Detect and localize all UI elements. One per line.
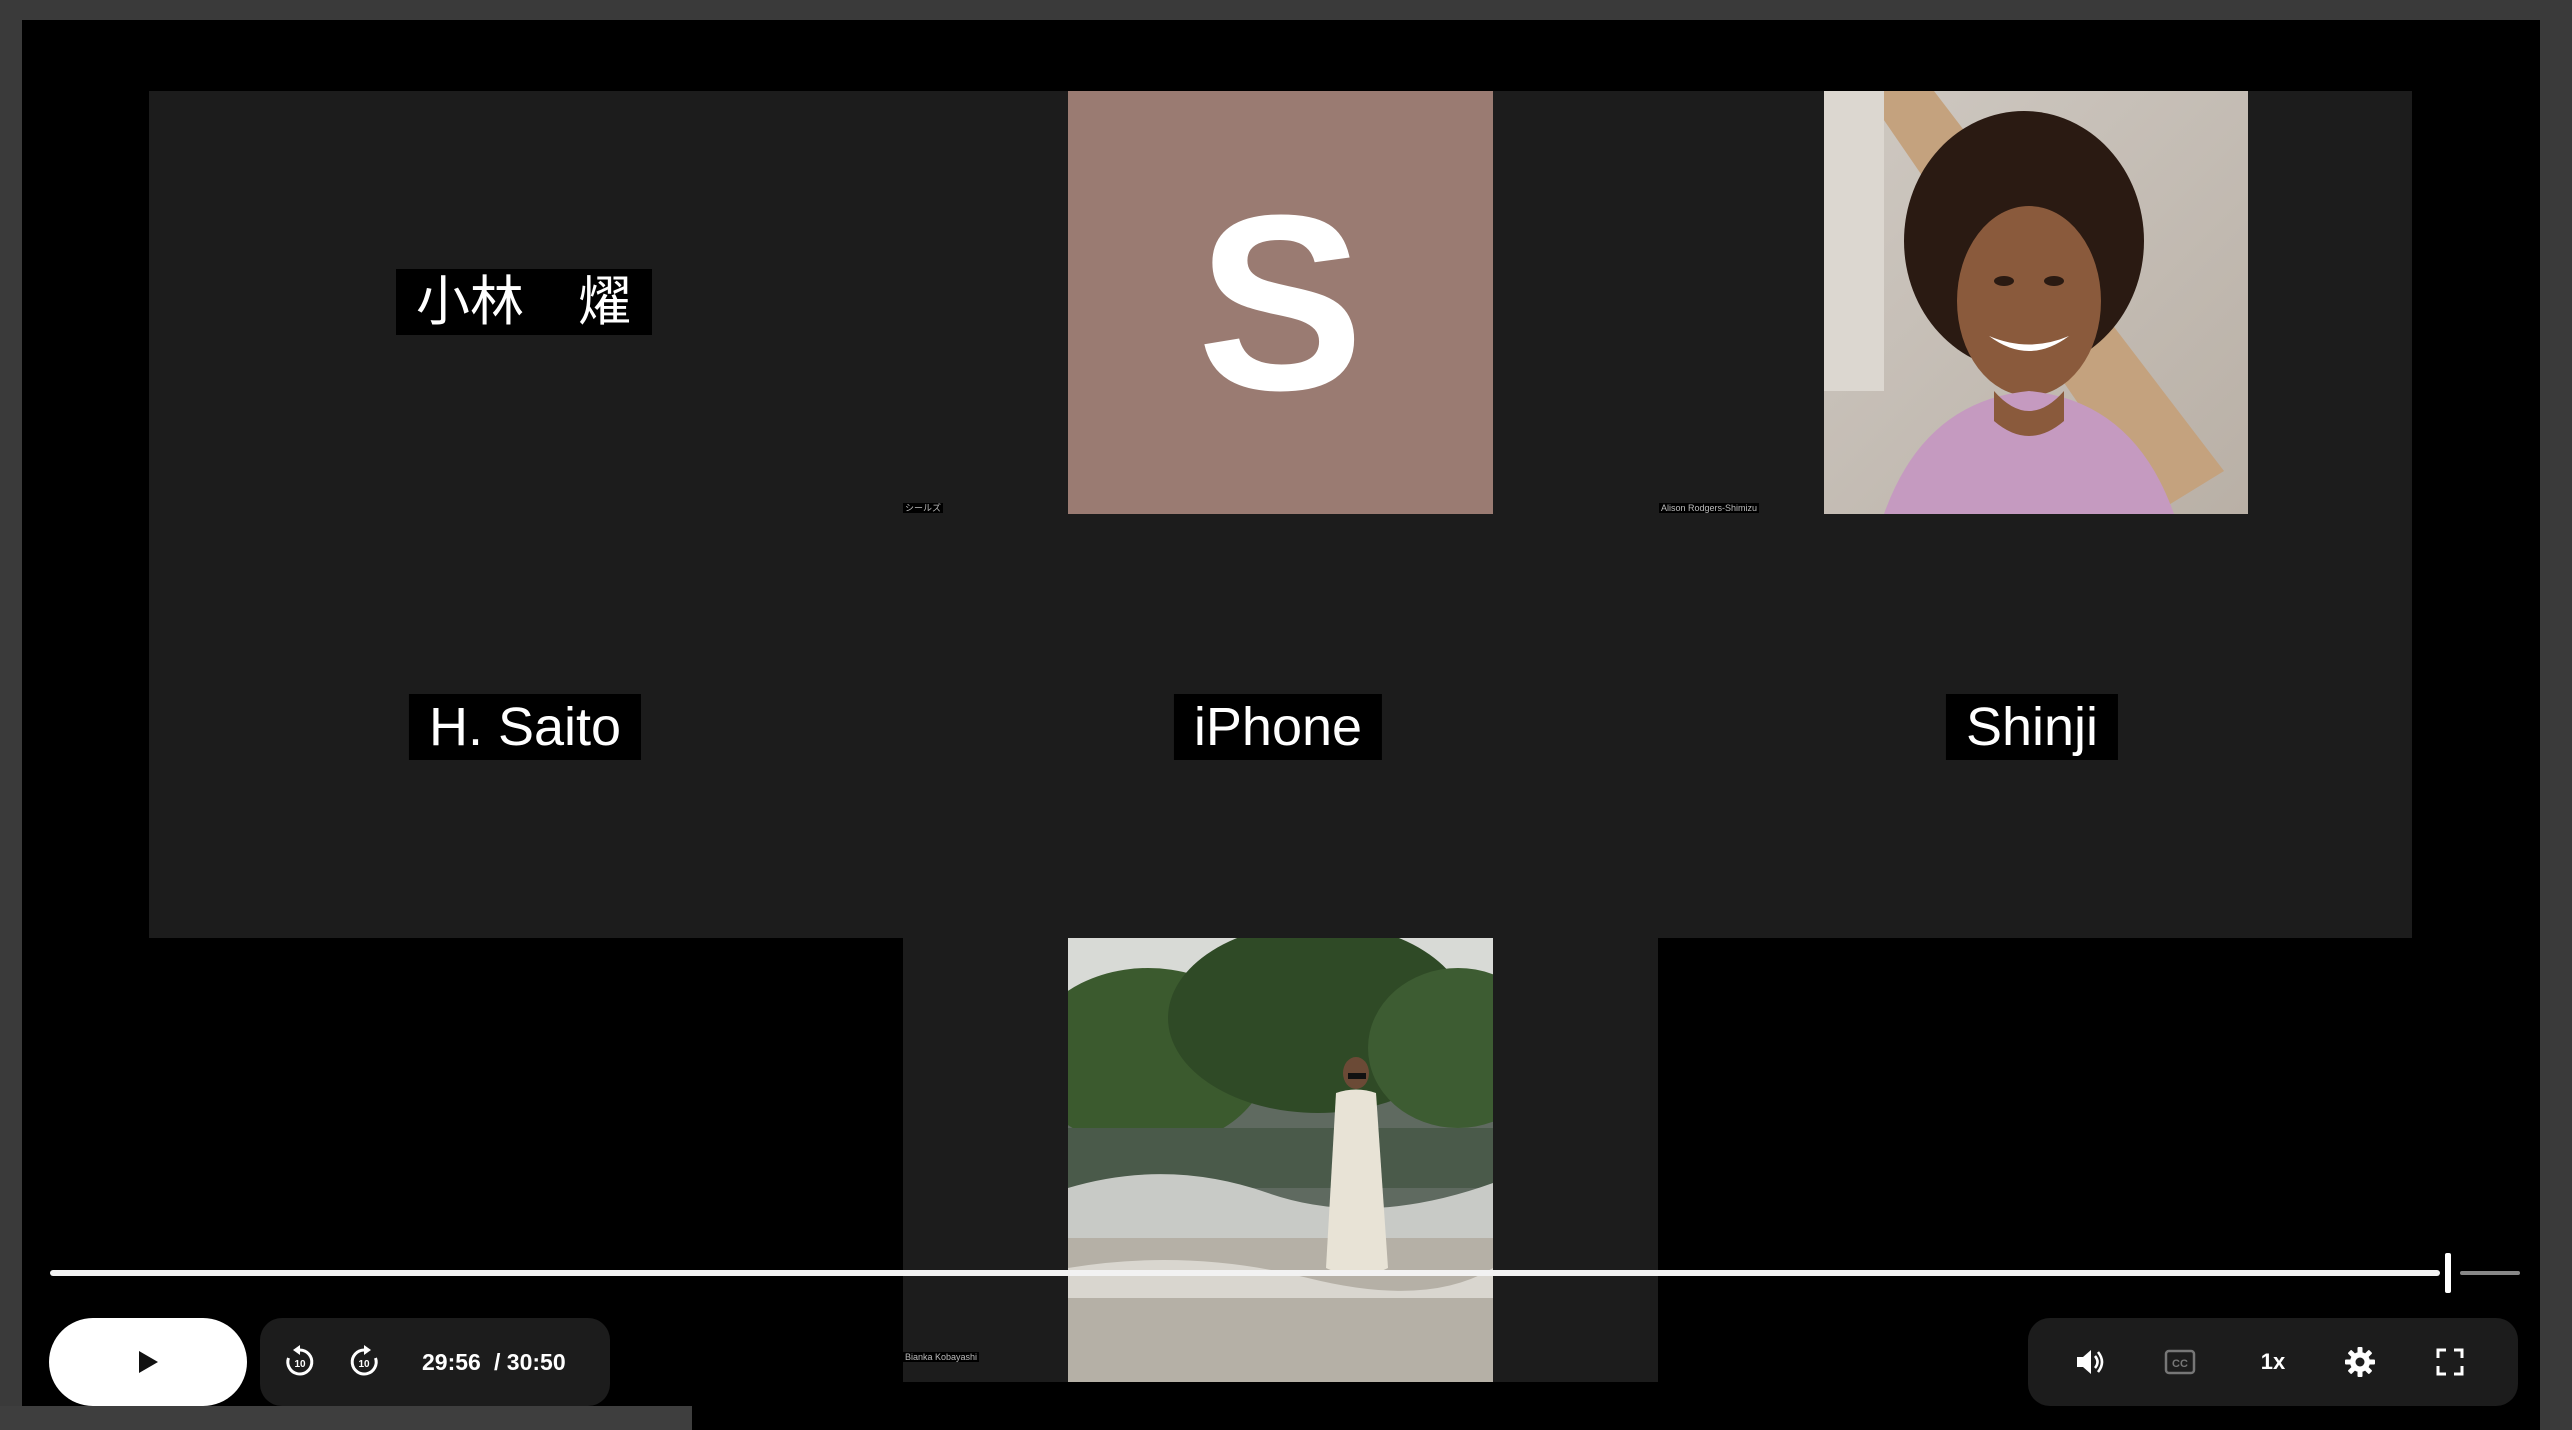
participant-photo-bianka [1068, 938, 1493, 1382]
seek-bar-remaining [2460, 1271, 2520, 1275]
play-button[interactable] [49, 1318, 247, 1406]
fullscreen-button[interactable] [2430, 1342, 2470, 1382]
volume-icon [2077, 1350, 2104, 1374]
participant-caption-alison: Alison Rodgers-Shimizu [1659, 503, 1760, 513]
svg-text:CC: CC [2172, 1358, 2188, 1370]
seek-bar[interactable] [50, 1253, 2520, 1293]
volume-button[interactable] [2070, 1342, 2110, 1382]
settings-gear-icon [2345, 1347, 2375, 1377]
total-time: / 30:50 [494, 1349, 566, 1375]
participant-name-shinji: Shinji [1945, 694, 2119, 760]
bottom-strip [0, 1406, 692, 1430]
fullscreen-icon [2436, 1348, 2464, 1376]
play-icon [139, 1351, 158, 1373]
participant-caption-bianka: Bianka Kobayashi [903, 1352, 980, 1362]
seek-bar-played [50, 1270, 2440, 1276]
participant-name-saito: H. Saito [408, 694, 642, 760]
time-controls: 10 10 29:56 / 30:50 [260, 1318, 610, 1406]
participant-name-kobayashi: 小林 燿 [396, 269, 652, 335]
video-player[interactable]: 小林 燿 S シールズ Alison Rodgers-Shimizu H. Sa… [22, 20, 2540, 1430]
captions-icon: CC [2164, 1349, 2196, 1375]
avatar-initial: S [1197, 163, 1364, 442]
settings-button[interactable] [2340, 1342, 2380, 1382]
current-time: 29:56 [422, 1349, 481, 1375]
svg-text:10: 10 [294, 1359, 306, 1370]
participant-avatar-s: S [1068, 91, 1493, 514]
rewind-10-icon: 10 [286, 1345, 314, 1376]
participant-name-iphone: iPhone [1173, 694, 1383, 760]
captions-button[interactable]: CC [2160, 1342, 2200, 1382]
rewind-10-button[interactable]: 10 [280, 1342, 320, 1382]
seek-bar-handle[interactable] [2445, 1253, 2451, 1293]
svg-text:10: 10 [358, 1359, 370, 1370]
player-settings-controls: CC 1x [2028, 1318, 2518, 1406]
participant-caption-s: シールズ [903, 503, 944, 513]
participant-photo-alison [1824, 91, 2248, 514]
playback-speed-button[interactable]: 1x [2248, 1342, 2298, 1382]
forward-10-icon: 10 [350, 1345, 378, 1376]
forward-10-button[interactable]: 10 [344, 1342, 384, 1382]
